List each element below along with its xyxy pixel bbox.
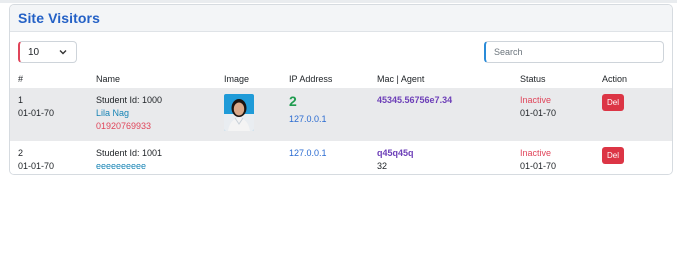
- header-number[interactable]: #: [10, 69, 88, 88]
- row-number: 2: [18, 148, 24, 158]
- page-title: Site Visitors: [18, 10, 100, 26]
- cell-number: 1 01-01-70: [10, 88, 88, 141]
- user-agent: 32: [377, 161, 388, 171]
- student-name[interactable]: eeeeeeeeee: [96, 160, 216, 173]
- header-status[interactable]: Status: [512, 69, 594, 88]
- student-phone: 01920769933: [96, 121, 152, 131]
- header-name[interactable]: Name: [88, 69, 216, 88]
- row-date: 01-01-70: [18, 108, 55, 118]
- cell-image: [216, 88, 281, 141]
- panel-header: Site Visitors: [10, 5, 672, 32]
- cell-name: Student Id: 1000 Lila Nag 01920769933: [88, 88, 216, 141]
- ip-address: 127.0.0.1: [289, 148, 327, 158]
- top-strip: [0, 0, 677, 3]
- student-phone: 01920769934: [96, 173, 216, 174]
- header-image[interactable]: Image: [216, 69, 281, 88]
- table-row: 2 01-01-70 Student Id: 1001 eeeeeeeeee 0…: [10, 141, 672, 174]
- status-date: 01-01-70: [520, 161, 557, 171]
- visitors-table: # Name Image IP Address Mac | Agent Stat…: [10, 69, 672, 174]
- mac-address: 45345.56756e7.34: [377, 95, 453, 105]
- cell-status: Inactive 01-01-70: [512, 141, 594, 174]
- visit-count: 2: [289, 93, 297, 109]
- cell-number: 2 01-01-70: [10, 141, 88, 174]
- cell-status: Inactive 01-01-70: [512, 88, 594, 141]
- cell-action: Del: [594, 88, 672, 141]
- status-badge: Inactive: [520, 148, 552, 158]
- row-number: 1: [18, 95, 24, 105]
- status-date: 01-01-70: [520, 108, 557, 118]
- table-row: 1 01-01-70 Student Id: 1000 Lila Nag 019…: [10, 88, 672, 141]
- student-id: Student Id: 1001: [96, 148, 163, 158]
- table-controls: 10: [10, 32, 672, 69]
- student-id: Student Id: 1000: [96, 95, 163, 105]
- cell-mac-agent: 45345.56756e7.34: [369, 88, 512, 141]
- delete-button[interactable]: Del: [602, 94, 624, 111]
- ip-address: 127.0.0.1: [289, 114, 327, 124]
- status-badge: Inactive: [520, 95, 552, 105]
- student-name[interactable]: Lila Nag: [96, 107, 216, 120]
- cell-ip: 2 127.0.0.1: [281, 88, 369, 141]
- site-visitors-panel: Site Visitors 10 # Name Image IP Address…: [9, 4, 673, 175]
- search-input[interactable]: [484, 41, 664, 63]
- cell-mac-agent: q45q45q 32: [369, 141, 512, 174]
- cell-action: Del: [594, 141, 672, 174]
- page-length-value: 10: [28, 46, 40, 58]
- header-action[interactable]: Action: [594, 69, 672, 88]
- cell-name: Student Id: 1001 eeeeeeeeee 01920769934: [88, 141, 216, 174]
- mac-address: q45q45q: [377, 148, 414, 158]
- chevron-down-icon: [59, 50, 67, 55]
- cell-image: [216, 141, 281, 174]
- cell-ip: 127.0.0.1: [281, 141, 369, 174]
- header-ip-address[interactable]: IP Address: [281, 69, 369, 88]
- header-mac-agent[interactable]: Mac | Agent: [369, 69, 512, 88]
- page-length-select[interactable]: 10: [18, 41, 77, 63]
- table-header-row: # Name Image IP Address Mac | Agent Stat…: [10, 69, 672, 88]
- delete-button[interactable]: Del: [602, 147, 624, 164]
- row-date: 01-01-70: [18, 161, 55, 171]
- student-photo: [224, 94, 254, 131]
